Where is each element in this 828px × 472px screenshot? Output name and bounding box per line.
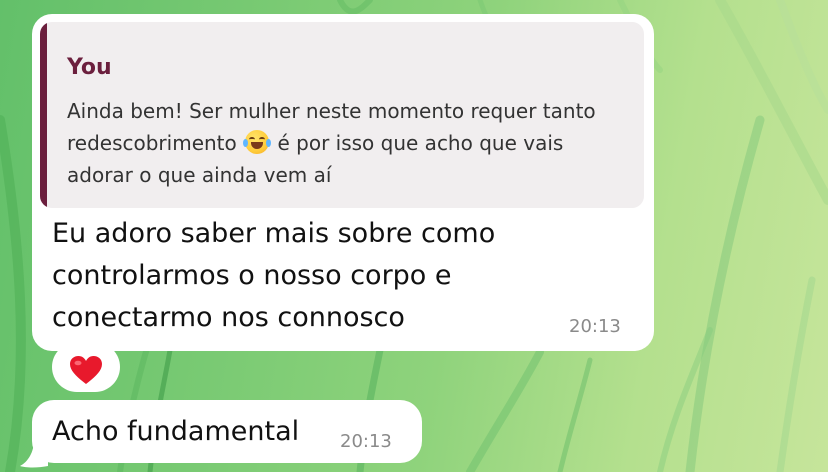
message-timestamp: 20:13: [569, 316, 621, 337]
message-text: Acho fundamental: [52, 416, 300, 447]
quote-author: You: [67, 55, 112, 80]
quoted-reply[interactable]: You Ainda bem! Ser mulher neste momento …: [40, 22, 644, 208]
red-heart-icon: [70, 356, 102, 384]
reaction-badge[interactable]: [52, 342, 120, 392]
quote-accent-bar: [40, 22, 47, 208]
message-text: Eu adoro saber mais sobre como controlar…: [52, 218, 496, 333]
message-timestamp: 20:13: [340, 431, 392, 452]
incoming-message-bubble[interactable]: Acho fundamental 20:13: [32, 400, 422, 463]
quote-text: Ainda bem! Ser mulher neste momento requ…: [67, 95, 627, 191]
incoming-message-bubble[interactable]: You Ainda bem! Ser mulher neste momento …: [32, 14, 654, 351]
face-with-tears-of-joy-icon: [243, 130, 272, 154]
